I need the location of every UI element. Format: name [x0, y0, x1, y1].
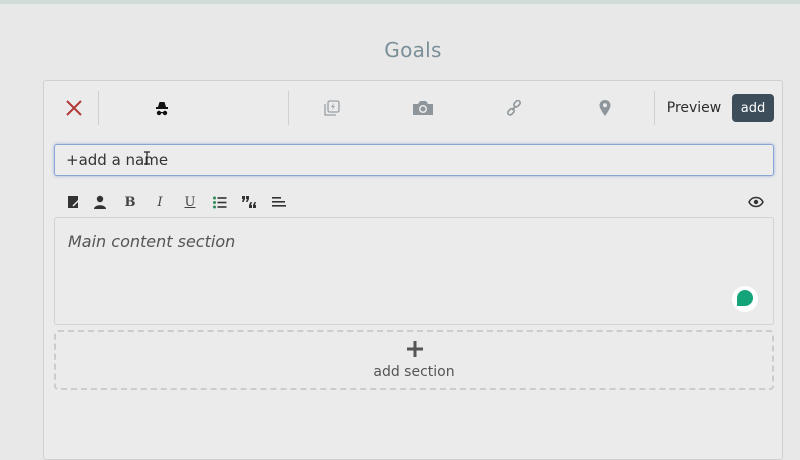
location-button[interactable]: [593, 93, 617, 123]
page-title: Goals: [384, 38, 442, 62]
name-input[interactable]: [54, 144, 774, 176]
italic-button[interactable]: I: [150, 192, 170, 212]
close-icon: [66, 100, 82, 116]
photo-button[interactable]: [410, 93, 436, 123]
add-section-button[interactable]: add section: [54, 330, 774, 390]
preview-button[interactable]: Preview: [664, 93, 724, 123]
bullet-list-icon: [213, 196, 227, 208]
spy-icon: [156, 102, 168, 116]
add-section-label: add section: [373, 364, 455, 380]
underline-button[interactable]: U: [180, 192, 200, 212]
align-left-icon: [272, 197, 286, 207]
gif-button[interactable]: [320, 93, 344, 123]
notebook-icon: [67, 196, 80, 208]
quote-button[interactable]: [239, 192, 259, 212]
underline-icon: U: [184, 194, 196, 210]
goal-editor-panel: Preview add B I U: [43, 80, 783, 460]
editor-placeholder: Main content section: [68, 232, 236, 251]
map-pin-icon: [599, 100, 611, 116]
close-button[interactable]: [62, 93, 86, 123]
anonymous-button[interactable]: [150, 93, 174, 123]
top-accent-line: [0, 0, 800, 4]
link-icon: [507, 100, 521, 116]
grammarly-icon[interactable]: [731, 285, 759, 313]
gif-icon: [324, 100, 340, 116]
main-content-editor[interactable]: Main content section: [54, 217, 774, 325]
editor-toolbar: Preview add: [44, 81, 784, 135]
bold-icon: B: [124, 194, 136, 210]
mention-button[interactable]: [90, 192, 110, 212]
plus-icon: [407, 341, 423, 357]
italic-icon: I: [157, 194, 163, 210]
quote-icon: [242, 196, 256, 208]
notebook-button[interactable]: [63, 192, 83, 212]
add-button[interactable]: add: [732, 94, 774, 122]
bold-button[interactable]: B: [120, 192, 140, 212]
text-cursor-icon: [144, 151, 150, 165]
align-left-button[interactable]: [269, 192, 289, 212]
toolbar-divider: [98, 91, 99, 125]
formatting-toolbar: B I U: [54, 189, 774, 215]
bullet-list-button[interactable]: [210, 192, 230, 212]
person-icon: [94, 195, 106, 209]
eye-icon: [748, 196, 764, 208]
preview-toggle-button[interactable]: [746, 192, 766, 212]
camera-icon: [413, 101, 433, 115]
toolbar-divider: [288, 91, 289, 125]
toolbar-divider: [654, 91, 655, 125]
link-button[interactable]: [502, 93, 526, 123]
